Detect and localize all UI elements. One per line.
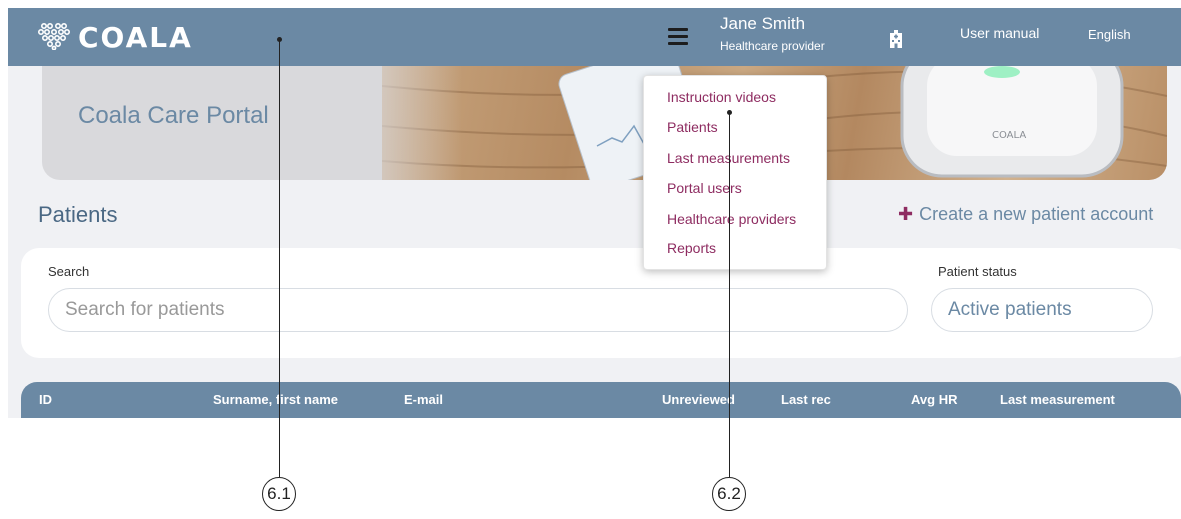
menu-item-reports[interactable]: Reports (667, 240, 716, 256)
patient-status-select[interactable]: Active patients (931, 288, 1153, 332)
language-selector[interactable]: English (1088, 27, 1131, 42)
banner-title: Coala Care Portal (78, 102, 269, 129)
create-patient-label: Create a new patient account (919, 204, 1154, 224)
column-header-last-measurement[interactable]: Last measurement (1000, 392, 1115, 407)
logo-text: COALA (78, 21, 193, 54)
column-header-name[interactable]: Surname, first name (213, 392, 338, 407)
user-role: Healthcare provider (720, 39, 825, 53)
create-patient-account-link[interactable]: ✚ Create a new patient account (898, 204, 1153, 225)
callout-line-6-1 (279, 40, 280, 477)
heart-logo-icon (36, 20, 72, 55)
search-label: Search (48, 264, 90, 279)
menu-item-patients[interactable]: Patients (667, 119, 718, 135)
column-header-email[interactable]: E-mail (404, 392, 443, 407)
patient-status-label: Patient status (938, 264, 1017, 279)
coala-logo[interactable]: COALA (36, 20, 193, 55)
menu-item-instruction-videos[interactable]: Instruction videos (667, 89, 776, 105)
user-name[interactable]: Jane Smith (720, 14, 805, 34)
navigation-dropdown-menu: Instruction videos Patients Last measure… (643, 75, 827, 270)
user-manual-link[interactable]: User manual (960, 25, 1039, 41)
hamburger-menu-icon[interactable] (668, 28, 688, 45)
top-navigation-bar: COALA Jane Smith Healthcare provider Use… (8, 8, 1181, 66)
banner-fade (342, 66, 462, 180)
column-header-avg-hr[interactable]: Avg HR (911, 392, 957, 407)
svg-text:COALA: COALA (992, 130, 1026, 141)
search-input[interactable]: Search for patients (48, 288, 908, 332)
hospital-building-icon[interactable] (888, 30, 904, 53)
callout-line-6-2 (729, 113, 730, 477)
column-header-id[interactable]: ID (39, 392, 52, 407)
column-header-last-rec[interactable]: Last rec (781, 392, 831, 407)
menu-item-healthcare-providers[interactable]: Healthcare providers (667, 211, 796, 227)
patients-table-header: ID Surname, first name E-mail Unreviewed… (21, 382, 1181, 418)
plus-icon: ✚ (898, 204, 914, 224)
page-title: Patients (38, 202, 118, 227)
column-header-unreviewed[interactable]: Unreviewed (662, 392, 735, 407)
callout-label-6-2: 6.2 (712, 477, 746, 511)
menu-item-portal-users[interactable]: Portal users (667, 180, 742, 196)
search-panel: Search Search for patients Patient statu… (21, 248, 1181, 358)
app-window: COALA Jane Smith Healthcare provider Use… (8, 8, 1181, 418)
callout-label-6-1: 6.1 (262, 477, 296, 511)
portal-banner: COALA Coala Care Portal (42, 66, 1167, 180)
